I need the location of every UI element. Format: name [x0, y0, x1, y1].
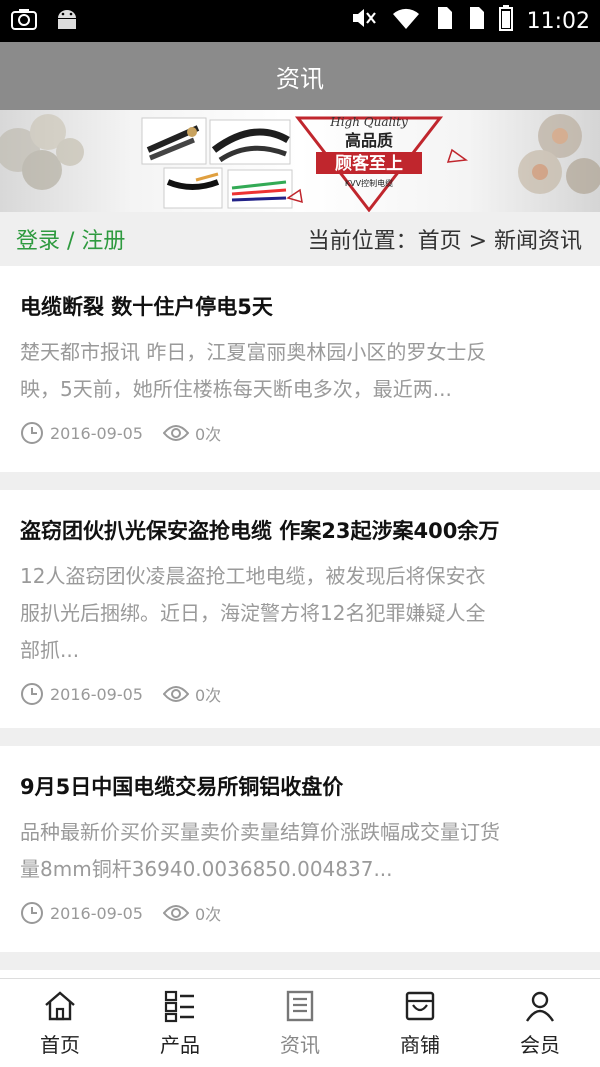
- eye-icon: [162, 425, 189, 441]
- nav-label: 会员: [520, 1032, 560, 1057]
- banner-quality-cn: 高品质: [345, 131, 393, 150]
- summary-line: 映，5天前，她所住楼栋每天断电多次，最近两...: [20, 377, 452, 401]
- nav-news[interactable]: 资讯: [240, 979, 360, 1067]
- breadcrumb-bar: 登录 / 注册 当前位置：首页 > 新闻资讯: [0, 212, 600, 266]
- page-title: 资讯: [276, 64, 324, 93]
- article-title[interactable]: 电缆断裂 数十住户停电5天: [20, 266, 580, 326]
- banner-image: High Quality 高品质 顾客至上 KVV控制电缆: [0, 114, 600, 212]
- cable-bundle-left: [0, 114, 84, 190]
- nav-shop[interactable]: 商铺: [360, 979, 480, 1067]
- clock-icon: [21, 422, 43, 444]
- article-card[interactable]: 盗窃团伙扒光保安盗抢电缆 作案23起涉案400余万 12人盗窃团伙凌晨盗抢工地电…: [0, 490, 600, 728]
- home-icon: [45, 990, 75, 1020]
- bottom-nav: 首页 产品 资讯 商铺 会员: [0, 978, 600, 1067]
- article-views: 0次: [194, 425, 222, 444]
- screenshot-icon: [10, 7, 38, 35]
- article-meta: 2016-09-05 0次: [20, 669, 580, 723]
- wifi-icon: [391, 6, 421, 36]
- banner-quality-en: High Quality: [329, 115, 408, 129]
- sim-icon: [435, 6, 453, 36]
- banner-brand: KVV控制电缆: [345, 178, 393, 188]
- article-meta: 2016-09-05 0次: [20, 408, 580, 462]
- article-date: 2016-09-05: [50, 903, 143, 923]
- eye-icon: [162, 905, 189, 921]
- user-icon: [525, 991, 555, 1022]
- article-title[interactable]: 盗窃团伙扒光保安盗抢电缆 作案23起涉案400余万: [20, 490, 580, 550]
- views-meta: 0次: [162, 421, 222, 445]
- nav-label: 商铺: [400, 1032, 440, 1057]
- banner[interactable]: High Quality 高品质 顾客至上 KVV控制电缆: [0, 110, 600, 212]
- clock-icon: [21, 902, 43, 924]
- news-icon: [286, 990, 314, 1021]
- product-photos: [141, 117, 293, 209]
- nav-member[interactable]: 会员: [480, 979, 600, 1067]
- article-summary: 12人盗窃团伙凌晨盗抢工地电缆，被发现后将保安衣 服扒光后捆绑。近日，海淀警方将…: [20, 558, 580, 669]
- summary-line: 服扒光后捆绑。近日，海淀警方将12名犯罪嫌疑人全: [20, 601, 486, 625]
- login-register-link[interactable]: 登录 / 注册: [16, 223, 125, 255]
- clock-icon: [21, 683, 43, 705]
- summary-line: 部抓...: [20, 638, 80, 662]
- quality-badge: High Quality 高品质 顾客至上 KVV控制电缆: [286, 115, 469, 212]
- date-meta: 2016-09-05: [20, 682, 143, 706]
- date-meta: 2016-09-05: [20, 421, 143, 445]
- breadcrumb: 当前位置：首页 > 新闻资讯: [307, 229, 582, 254]
- date-meta: 2016-09-05: [20, 901, 143, 925]
- article-date: 2016-09-05: [50, 684, 143, 704]
- status-time: 11:02: [526, 8, 590, 34]
- nav-home[interactable]: 首页: [0, 979, 120, 1067]
- article-list: 电缆断裂 数十住户停电5天 楚天都市报讯 昨日，江夏富丽奥林园小区的罗女士反 映…: [0, 266, 600, 1048]
- article-meta: 2016-09-05 0次: [20, 888, 580, 942]
- cable-bundle-right: [518, 114, 600, 194]
- nav-label: 首页: [40, 1032, 80, 1057]
- views-meta: 0次: [162, 682, 222, 706]
- nav-label: 资讯: [280, 1032, 320, 1057]
- summary-line: 品种最新价买价买量卖价卖量结算价涨跌幅成交量订货: [20, 820, 500, 844]
- list-icon: [164, 990, 194, 1022]
- banner-slogan: 顾客至上: [335, 153, 403, 174]
- article-summary: 楚天都市报讯 昨日，江夏富丽奥林园小区的罗女士反 映，5天前，她所住楼栋每天断电…: [20, 334, 580, 408]
- article-card[interactable]: 电缆断裂 数十住户停电5天 楚天都市报讯 昨日，江夏富丽奥林园小区的罗女士反 映…: [0, 266, 600, 472]
- android-icon: [54, 6, 80, 36]
- article-views: 0次: [194, 686, 222, 705]
- page-title-bar: 资讯: [0, 42, 600, 110]
- article-title[interactable]: 9月5日中国电缆交易所铜铝收盘价: [20, 746, 580, 806]
- sim-icon-2: [467, 6, 485, 36]
- summary-line: 12人盗窃团伙凌晨盗抢工地电缆，被发现后将保安衣: [20, 564, 486, 588]
- article-card[interactable]: 9月5日中国电缆交易所铜铝收盘价 品种最新价买价买量卖价卖量结算价涨跌幅成交量订…: [0, 746, 600, 952]
- eye-icon: [162, 686, 189, 702]
- views-meta: 0次: [162, 901, 222, 925]
- status-bar: 11:02: [0, 0, 600, 42]
- article-summary: 品种最新价买价买量卖价卖量结算价涨跌幅成交量订货 量8mm铜杆36940.003…: [20, 814, 580, 888]
- article-views: 0次: [194, 905, 222, 924]
- summary-line: 楚天都市报讯 昨日，江夏富丽奥林园小区的罗女士反: [20, 340, 487, 364]
- nav-products[interactable]: 产品: [120, 979, 240, 1067]
- nav-label: 产品: [160, 1032, 200, 1057]
- article-date: 2016-09-05: [50, 423, 143, 443]
- summary-line: 量8mm铜杆36940.0036850.004837...: [20, 857, 393, 881]
- shop-icon: [405, 991, 435, 1020]
- mute-icon: [351, 6, 377, 36]
- battery-icon: [498, 5, 513, 37]
